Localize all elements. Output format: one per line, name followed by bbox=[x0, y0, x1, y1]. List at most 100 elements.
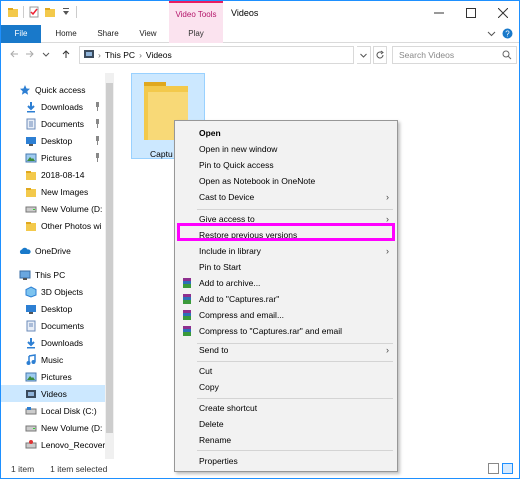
menu-item-compress-and-email[interactable]: Compress and email... bbox=[175, 307, 397, 323]
menu-item-open-onenote[interactable]: Open as Notebook in OneNote bbox=[175, 173, 397, 189]
ribbon-right-controls: ? bbox=[487, 28, 513, 41]
star-icon bbox=[19, 84, 31, 96]
tab-home[interactable]: Home bbox=[49, 25, 83, 43]
nav-item-label: Documents bbox=[41, 118, 84, 129]
search-icon bbox=[502, 50, 512, 62]
view-toggle-group bbox=[488, 463, 513, 474]
quick-access-toolbar bbox=[7, 6, 77, 18]
menu-item-rename[interactable]: Rename bbox=[175, 432, 397, 448]
nav-item-quick-access[interactable]: Quick access bbox=[1, 81, 105, 98]
nav-item-documents-pc[interactable]: Documents bbox=[1, 317, 105, 334]
menu-item-label: Pin to Start bbox=[199, 262, 242, 272]
nav-item-3d-objects[interactable]: 3D Objects bbox=[1, 283, 105, 300]
menu-item-open-new-window[interactable]: Open in new window bbox=[175, 141, 397, 157]
back-arrow-icon bbox=[10, 50, 18, 58]
breadcrumb-chevron-icon[interactable]: › bbox=[139, 50, 142, 60]
nav-item-label: Quick access bbox=[35, 84, 86, 95]
nav-item-desktop-pc[interactable]: Desktop bbox=[1, 300, 105, 317]
up-button[interactable] bbox=[59, 47, 73, 61]
nav-item-downloads[interactable]: Downloads bbox=[1, 98, 105, 115]
close-button[interactable] bbox=[487, 1, 519, 25]
explorer-icon bbox=[7, 6, 19, 18]
menu-item-include-in-library[interactable]: Include in library › bbox=[175, 243, 397, 259]
breadcrumb-videos[interactable]: Videos bbox=[146, 50, 172, 60]
nav-item-label: New Images bbox=[41, 186, 89, 197]
nav-item-lenovo-recovery[interactable]: Lenovo_Recover bbox=[1, 436, 105, 453]
nav-item-label: Pictures bbox=[41, 152, 72, 163]
nav-item-music[interactable]: Music bbox=[1, 351, 105, 368]
address-history-button[interactable] bbox=[357, 46, 371, 64]
nav-item-2018-08-14[interactable]: 2018-08-14 bbox=[1, 166, 105, 183]
nav-item-other-photos[interactable]: Other Photos wi bbox=[1, 217, 105, 234]
menu-item-cast-to-device[interactable]: Cast to Device › bbox=[175, 189, 397, 205]
large-icons-view-button[interactable] bbox=[502, 463, 513, 474]
recent-locations-button[interactable] bbox=[39, 47, 53, 61]
back-button[interactable] bbox=[7, 47, 21, 61]
winrar-icon bbox=[181, 277, 193, 289]
breadcrumb-this-pc[interactable]: This PC bbox=[105, 50, 135, 60]
menu-item-label: Properties bbox=[199, 456, 238, 466]
download-icon bbox=[25, 337, 37, 349]
navigation-scrollbar[interactable] bbox=[105, 73, 114, 459]
nav-item-label: Downloads bbox=[41, 337, 84, 348]
nav-item-pictures-pc[interactable]: Pictures bbox=[1, 368, 105, 385]
nav-item-new-volume-d[interactable]: New Volume (D: bbox=[1, 200, 105, 217]
menu-item-label: Open in new window bbox=[199, 144, 278, 154]
nav-item-downloads-pc[interactable]: Downloads bbox=[1, 334, 105, 351]
address-bar[interactable]: › This PC › Videos bbox=[79, 46, 354, 64]
tab-file[interactable]: File bbox=[1, 25, 41, 43]
menu-item-label: Cast to Device bbox=[199, 192, 255, 202]
search-input[interactable]: Search Videos bbox=[392, 46, 517, 64]
new-folder-icon[interactable] bbox=[44, 6, 56, 18]
navigation-pane: Quick access Downloads Documents Desktop… bbox=[1, 73, 105, 459]
menu-item-delete[interactable]: Delete bbox=[175, 416, 397, 432]
details-view-button[interactable] bbox=[488, 463, 499, 474]
menu-separator bbox=[197, 361, 393, 362]
menu-item-label: Open bbox=[199, 128, 221, 138]
pictures-icon bbox=[25, 371, 37, 383]
divider bbox=[76, 6, 77, 18]
customize-toolbar-icon[interactable] bbox=[60, 6, 72, 18]
help-icon[interactable]: ? bbox=[502, 28, 513, 41]
videos-location-icon bbox=[84, 49, 94, 61]
menu-item-properties[interactable]: Properties bbox=[175, 453, 397, 469]
nav-item-pictures[interactable]: Pictures bbox=[1, 149, 105, 166]
menu-item-copy[interactable]: Copy bbox=[175, 379, 397, 395]
tab-view[interactable]: View bbox=[133, 25, 163, 43]
menu-item-open[interactable]: Open bbox=[175, 125, 397, 141]
menu-item-pin-to-start[interactable]: Pin to Start bbox=[175, 259, 397, 275]
maximize-icon bbox=[466, 8, 476, 18]
forward-button[interactable] bbox=[23, 47, 37, 61]
breadcrumb-chevron-icon[interactable]: › bbox=[98, 50, 101, 60]
winrar-icon bbox=[181, 293, 193, 305]
nav-item-local-disk-c[interactable]: Local Disk (C:) bbox=[1, 402, 105, 419]
menu-separator bbox=[197, 450, 393, 451]
menu-item-send-to[interactable]: Send to › bbox=[175, 342, 397, 358]
nav-item-documents[interactable]: Documents bbox=[1, 115, 105, 132]
nav-item-this-pc[interactable]: This PC bbox=[1, 266, 105, 283]
menu-item-cut[interactable]: Cut bbox=[175, 363, 397, 379]
minimize-button[interactable] bbox=[423, 1, 455, 25]
maximize-button[interactable] bbox=[455, 1, 487, 25]
nav-item-new-images[interactable]: New Images bbox=[1, 183, 105, 200]
properties-icon[interactable] bbox=[28, 6, 40, 18]
ribbon-tabs: File Home Share View Play ? bbox=[1, 25, 519, 43]
nav-item-label: New Volume (D: bbox=[41, 203, 103, 214]
nav-item-onedrive[interactable]: OneDrive bbox=[1, 242, 105, 259]
menu-item-create-shortcut[interactable]: Create shortcut bbox=[175, 400, 397, 416]
expand-ribbon-icon[interactable] bbox=[487, 29, 496, 40]
nav-item-label: Pictures bbox=[41, 371, 72, 382]
menu-item-pin-quick-access[interactable]: Pin to Quick access bbox=[175, 157, 397, 173]
nav-item-new-volume-d-pc[interactable]: New Volume (D: bbox=[1, 419, 105, 436]
tab-play[interactable]: Play bbox=[169, 25, 223, 43]
refresh-button[interactable] bbox=[373, 46, 387, 64]
tab-share[interactable]: Share bbox=[91, 25, 125, 43]
pin-icon bbox=[94, 153, 101, 162]
menu-item-add-to-captures-rar[interactable]: Add to "Captures.rar" bbox=[175, 291, 397, 307]
nav-item-desktop[interactable]: Desktop bbox=[1, 132, 105, 149]
menu-item-add-to-archive[interactable]: Add to archive... bbox=[175, 275, 397, 291]
scrollbar-thumb[interactable] bbox=[106, 83, 113, 433]
nav-item-videos[interactable]: Videos bbox=[1, 385, 105, 402]
menu-item-label: Cut bbox=[199, 366, 213, 376]
menu-item-compress-to-captures-rar-email[interactable]: Compress to "Captures.rar" and email bbox=[175, 323, 397, 339]
